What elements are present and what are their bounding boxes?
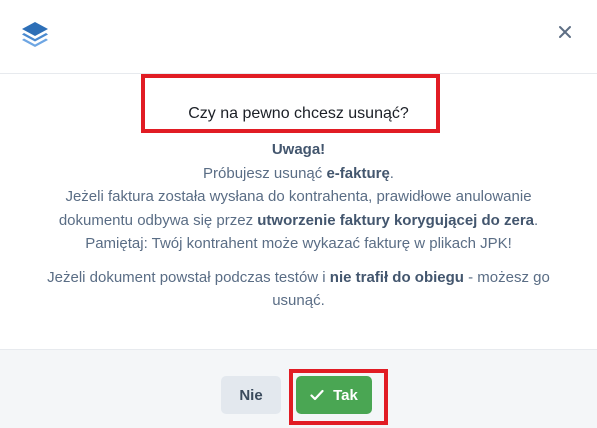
dialog-body: Czy na pewno chcesz usunąć? Uwaga! Próbu… [0,74,597,350]
message-gap [30,256,567,266]
check-icon [310,389,324,401]
confirm-button-label: Tak [333,386,358,404]
line2-suffix: . [534,211,539,229]
cancel-button[interactable]: Nie [221,376,281,414]
line1-suffix: . [389,164,394,182]
line4-prefix: Jeżeli dokument powstał podczas testów i [47,268,330,286]
question-highlight-box [141,74,440,133]
line4-bold: nie trafił do obiegu [329,268,464,286]
message-line-1: Próbujesz usunąć e-fakturę. [30,162,567,186]
message-line-2: Jeżeli faktura została wysłana do kontra… [30,185,567,232]
confirm-delete-button[interactable]: Tak [296,376,372,414]
line2-bold: utworzenie faktury korygującej do zera [257,211,535,229]
stacked-layers-logo-icon [22,22,48,47]
dialog-footer: Nie Tak [0,349,597,428]
message-line-3: Pamiętaj: Twój kontrahent może wykazać f… [85,235,512,252]
line1-prefix: Próbujesz usunąć [203,164,327,182]
dialog-header [0,0,597,74]
warning-title: Uwaga! [271,141,326,158]
line1-bold: e-fakturę [326,164,390,182]
message-line-4: Jeżeli dokument powstał podczas testów i… [30,266,567,313]
warning-message: Uwaga! Próbujesz usunąć e-fakturę. Jeżel… [30,138,567,313]
close-icon[interactable] [555,22,575,42]
confirm-question: Czy na pewno chcesz usunąć? [188,105,409,122]
